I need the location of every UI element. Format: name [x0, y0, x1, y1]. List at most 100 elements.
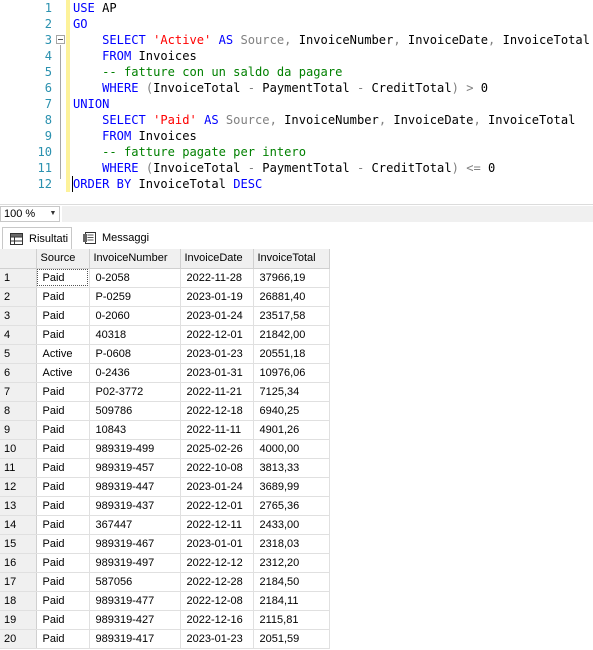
cell-invoice-date[interactable]: 2022-12-16 — [180, 610, 254, 630]
cell-invoice-total[interactable]: 26881,40 — [253, 287, 330, 307]
table-row[interactable]: 20 Paid 989319-417 2023-01-23 2051,59 — [0, 629, 330, 649]
table-row[interactable]: 18 Paid 989319-477 2022-12-08 2184,11 — [0, 591, 330, 611]
results-grid[interactable]: Source InvoiceNumber InvoiceDate Invoice… — [0, 249, 593, 650]
cell-invoice-date[interactable]: 2022-12-01 — [180, 325, 254, 345]
cell-invoice-number[interactable]: 587056 — [89, 572, 181, 592]
column-header-source[interactable]: Source — [36, 249, 90, 269]
table-row[interactable]: 10 Paid 989319-499 2025-02-26 4000,00 — [0, 439, 330, 459]
cell-invoice-date[interactable]: 2022-12-18 — [180, 401, 254, 421]
table-row[interactable]: 8 Paid 509786 2022-12-18 6940,25 — [0, 401, 330, 421]
row-number[interactable]: 20 — [0, 629, 37, 649]
cell-invoice-number[interactable]: 10843 — [89, 420, 181, 440]
cell-invoice-number[interactable]: 989319-447 — [89, 477, 181, 497]
code-line[interactable]: 10 -- fatture pagate per intero — [0, 144, 593, 160]
corner-cell[interactable] — [0, 249, 37, 269]
row-number[interactable]: 16 — [0, 553, 37, 573]
cell-invoice-date[interactable]: 2022-12-11 — [180, 515, 254, 535]
table-row[interactable]: 2 Paid P-0259 2023-01-19 26881,40 — [0, 287, 330, 307]
code-line[interactable]: 6 WHERE (InvoiceTotal - PaymentTotal - C… — [0, 80, 593, 96]
cell-invoice-number[interactable]: P02-3772 — [89, 382, 181, 402]
cell-invoice-total[interactable]: 23517,58 — [253, 306, 330, 326]
table-row[interactable]: 14 Paid 367447 2022-12-11 2433,00 — [0, 515, 330, 535]
cell-source[interactable]: Paid — [36, 287, 90, 307]
cell-invoice-date[interactable]: 2022-10-08 — [180, 458, 254, 478]
zoom-select[interactable]: 100 % ▼ — [0, 206, 60, 222]
cell-source[interactable]: Paid — [36, 477, 90, 497]
cell-invoice-total[interactable]: 2184,11 — [253, 591, 330, 611]
cell-invoice-number[interactable]: 989319-497 — [89, 553, 181, 573]
row-number[interactable]: 13 — [0, 496, 37, 516]
cell-invoice-total[interactable]: 7125,34 — [253, 382, 330, 402]
cell-source[interactable]: Paid — [36, 534, 90, 554]
table-row[interactable]: 1 Paid 0-2058 2022-11-28 37966,19 — [0, 268, 330, 288]
cell-invoice-date[interactable]: 2022-11-11 — [180, 420, 254, 440]
table-row[interactable]: 9 Paid 10843 2022-11-11 4901,26 — [0, 420, 330, 440]
cell-invoice-number[interactable]: 40318 — [89, 325, 181, 345]
cell-invoice-date[interactable]: 2023-01-01 — [180, 534, 254, 554]
code-line[interactable]: 5 -- fatture con un saldo da pagare — [0, 64, 593, 80]
table-row[interactable]: 6 Active 0-2436 2023-01-31 10976,06 — [0, 363, 330, 383]
cell-invoice-total[interactable]: 10976,06 — [253, 363, 330, 383]
cell-invoice-date[interactable]: 2023-01-19 — [180, 287, 254, 307]
cell-invoice-total[interactable]: 3689,99 — [253, 477, 330, 497]
tab-messages[interactable]: Messaggi — [76, 227, 156, 250]
row-number[interactable]: 14 — [0, 515, 37, 535]
cell-invoice-number[interactable]: 989319-467 — [89, 534, 181, 554]
row-number[interactable]: 9 — [0, 420, 37, 440]
cell-invoice-number[interactable]: 989319-417 — [89, 629, 181, 649]
cell-invoice-total[interactable]: 2433,00 — [253, 515, 330, 535]
cell-source[interactable]: Paid — [36, 553, 90, 573]
cell-invoice-date[interactable]: 2023-01-24 — [180, 477, 254, 497]
cell-invoice-date[interactable]: 2022-12-12 — [180, 553, 254, 573]
cell-invoice-date[interactable]: 2022-12-01 — [180, 496, 254, 516]
row-number[interactable]: 11 — [0, 458, 37, 478]
cell-invoice-date[interactable]: 2022-12-08 — [180, 591, 254, 611]
cell-invoice-total[interactable]: 3813,33 — [253, 458, 330, 478]
table-row[interactable]: 13 Paid 989319-437 2022-12-01 2765,36 — [0, 496, 330, 516]
cell-source[interactable]: Paid — [36, 401, 90, 421]
code-line[interactable]: 12 ORDER BY InvoiceTotal DESC — [0, 176, 593, 192]
cell-invoice-date[interactable]: 2023-01-31 — [180, 363, 254, 383]
row-number[interactable]: 18 — [0, 591, 37, 611]
cell-source[interactable]: Paid — [36, 325, 90, 345]
table-row[interactable]: 4 Paid 40318 2022-12-01 21842,00 — [0, 325, 330, 345]
cell-invoice-total[interactable]: 4000,00 — [253, 439, 330, 459]
cell-invoice-number[interactable]: 367447 — [89, 515, 181, 535]
cell-invoice-total[interactable]: 4901,26 — [253, 420, 330, 440]
cell-invoice-total[interactable]: 37966,19 — [253, 268, 330, 288]
cell-invoice-total[interactable]: 2312,20 — [253, 553, 330, 573]
row-number[interactable]: 2 — [0, 287, 37, 307]
cell-invoice-total[interactable]: 2115,81 — [253, 610, 330, 630]
collapse-icon[interactable] — [56, 35, 65, 44]
table-row[interactable]: 7 Paid P02-3772 2022-11-21 7125,34 — [0, 382, 330, 402]
cell-invoice-date[interactable]: 2023-01-23 — [180, 629, 254, 649]
table-row[interactable]: 19 Paid 989319-427 2022-12-16 2115,81 — [0, 610, 330, 630]
row-number[interactable]: 15 — [0, 534, 37, 554]
column-header-invoice-date[interactable]: InvoiceDate — [180, 249, 254, 269]
row-number[interactable]: 5 — [0, 344, 37, 364]
cell-invoice-number[interactable]: 989319-457 — [89, 458, 181, 478]
chevron-down-icon[interactable]: ▼ — [48, 207, 58, 221]
code-line[interactable]: 2 GO — [0, 16, 593, 32]
column-header-invoice-number[interactable]: InvoiceNumber — [89, 249, 181, 269]
cell-invoice-total[interactable]: 2765,36 — [253, 496, 330, 516]
cell-source[interactable]: Paid — [36, 572, 90, 592]
cell-source[interactable]: Paid — [36, 515, 90, 535]
code-line[interactable]: 8 SELECT 'Paid' AS Source, InvoiceNumber… — [0, 112, 593, 128]
cell-source[interactable]: Paid — [36, 458, 90, 478]
cell-invoice-number[interactable]: 509786 — [89, 401, 181, 421]
row-number[interactable]: 4 — [0, 325, 37, 345]
row-number[interactable]: 7 — [0, 382, 37, 402]
table-row[interactable]: 16 Paid 989319-497 2022-12-12 2312,20 — [0, 553, 330, 573]
cell-source[interactable]: Paid — [36, 420, 90, 440]
cell-source[interactable]: Paid — [36, 268, 90, 288]
sql-editor[interactable]: 1 USE AP 2 GO 3 SELECT 'Active' AS Source, I… — [0, 0, 593, 198]
cell-invoice-total[interactable]: 2184,50 — [253, 572, 330, 592]
cell-source[interactable]: Paid — [36, 591, 90, 611]
tab-results[interactable]: Risultati — [2, 227, 72, 250]
code-line[interactable]: 4 FROM Invoices — [0, 48, 593, 64]
column-header-invoice-total[interactable]: InvoiceTotal — [253, 249, 330, 269]
horizontal-scrollbar[interactable] — [62, 206, 593, 222]
row-number[interactable]: 8 — [0, 401, 37, 421]
cell-invoice-number[interactable]: 989319-477 — [89, 591, 181, 611]
